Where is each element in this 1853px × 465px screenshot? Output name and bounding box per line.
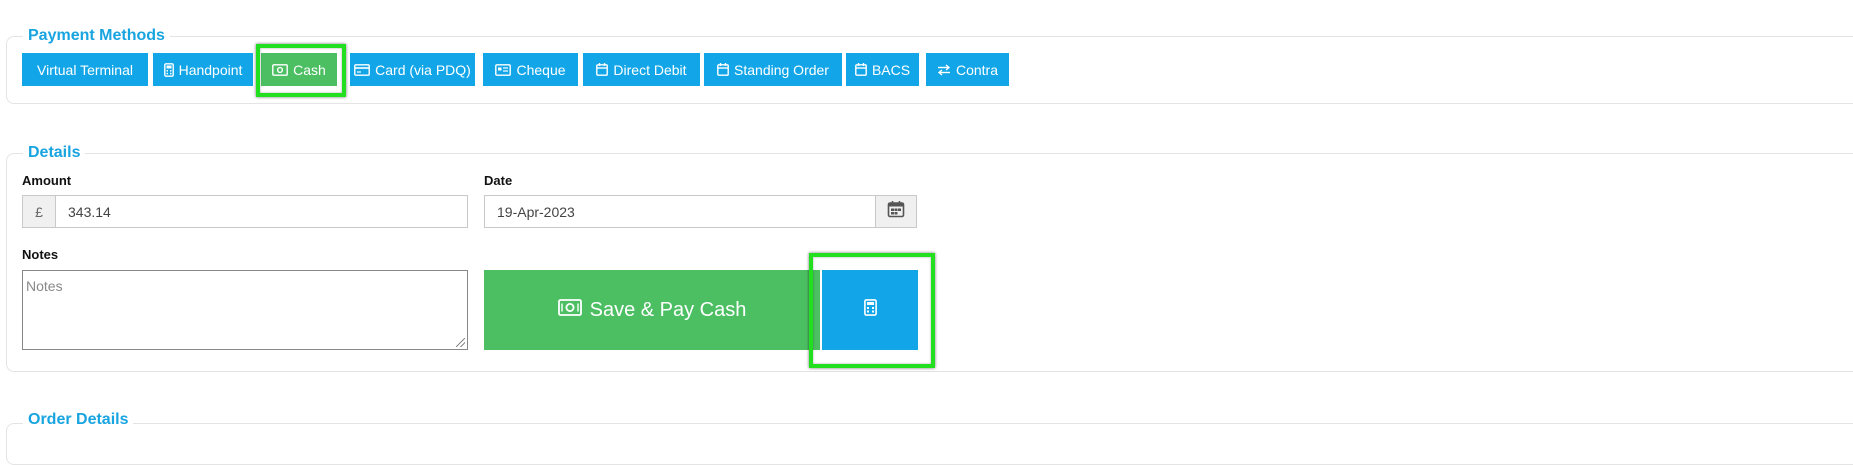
amount-value: 343.14	[68, 203, 111, 220]
calculator-icon	[863, 299, 877, 321]
bacs-button[interactable]: BACS	[846, 53, 919, 86]
resize-grip-icon[interactable]	[456, 338, 465, 347]
card-pdq-label: Card (via PDQ)	[375, 61, 471, 78]
amount-label: Amount	[22, 173, 72, 188]
contra-label: Contra	[955, 61, 999, 78]
order-details-panel	[6, 423, 1853, 465]
bacs-label: BACS	[871, 61, 911, 78]
handpoint-button[interactable]: Handpoint	[153, 53, 253, 86]
virtual-terminal-label: Virtual Terminal	[37, 61, 133, 78]
date-field[interactable]: 19-Apr-2023	[484, 195, 917, 228]
standing-order-button[interactable]: Standing Order	[704, 53, 842, 86]
cash-label: Cash	[293, 61, 326, 78]
currency-addon: £	[23, 196, 56, 227]
notes-textarea[interactable]: Notes	[22, 270, 468, 350]
cheque-label: Cheque	[516, 61, 566, 78]
cheque-icon	[495, 63, 512, 76]
cash-icon	[272, 63, 289, 76]
standing-order-label: Standing Order	[734, 61, 829, 78]
notes-placeholder: Notes	[26, 278, 63, 294]
date-value: 19-Apr-2023	[497, 203, 575, 220]
date-picker-button[interactable]	[875, 196, 916, 227]
amount-field[interactable]: £ 343.14	[22, 195, 468, 228]
notes-label: Notes	[22, 247, 59, 262]
credit-card-icon	[354, 63, 371, 76]
save-pay-cash-button[interactable]: Save & Pay Cash	[484, 270, 820, 350]
calendar-icon	[596, 63, 609, 76]
exchange-icon	[937, 63, 951, 76]
direct-debit-button[interactable]: Direct Debit	[583, 53, 700, 86]
order-details-legend: Order Details	[23, 411, 134, 429]
save-pay-cash-label: Save & Pay Cash	[589, 298, 747, 321]
direct-debit-label: Direct Debit	[613, 61, 687, 78]
date-label: Date	[484, 173, 513, 188]
cash-icon	[557, 298, 582, 322]
payment-methods-legend: Payment Methods	[23, 27, 170, 45]
card-pdq-button[interactable]: Card (via PDQ)	[350, 53, 475, 86]
calendar-icon	[887, 200, 905, 223]
contra-button[interactable]: Contra	[926, 53, 1009, 86]
calendar-icon	[855, 63, 867, 76]
handpoint-label: Handpoint	[178, 61, 243, 78]
details-legend: Details	[23, 144, 86, 162]
calendar-icon	[717, 63, 729, 76]
card-terminal-icon	[163, 62, 174, 77]
calculator-button[interactable]	[822, 270, 918, 350]
virtual-terminal-button[interactable]: Virtual Terminal	[22, 53, 148, 86]
cheque-button[interactable]: Cheque	[483, 53, 578, 86]
cash-button[interactable]: Cash	[261, 53, 337, 86]
